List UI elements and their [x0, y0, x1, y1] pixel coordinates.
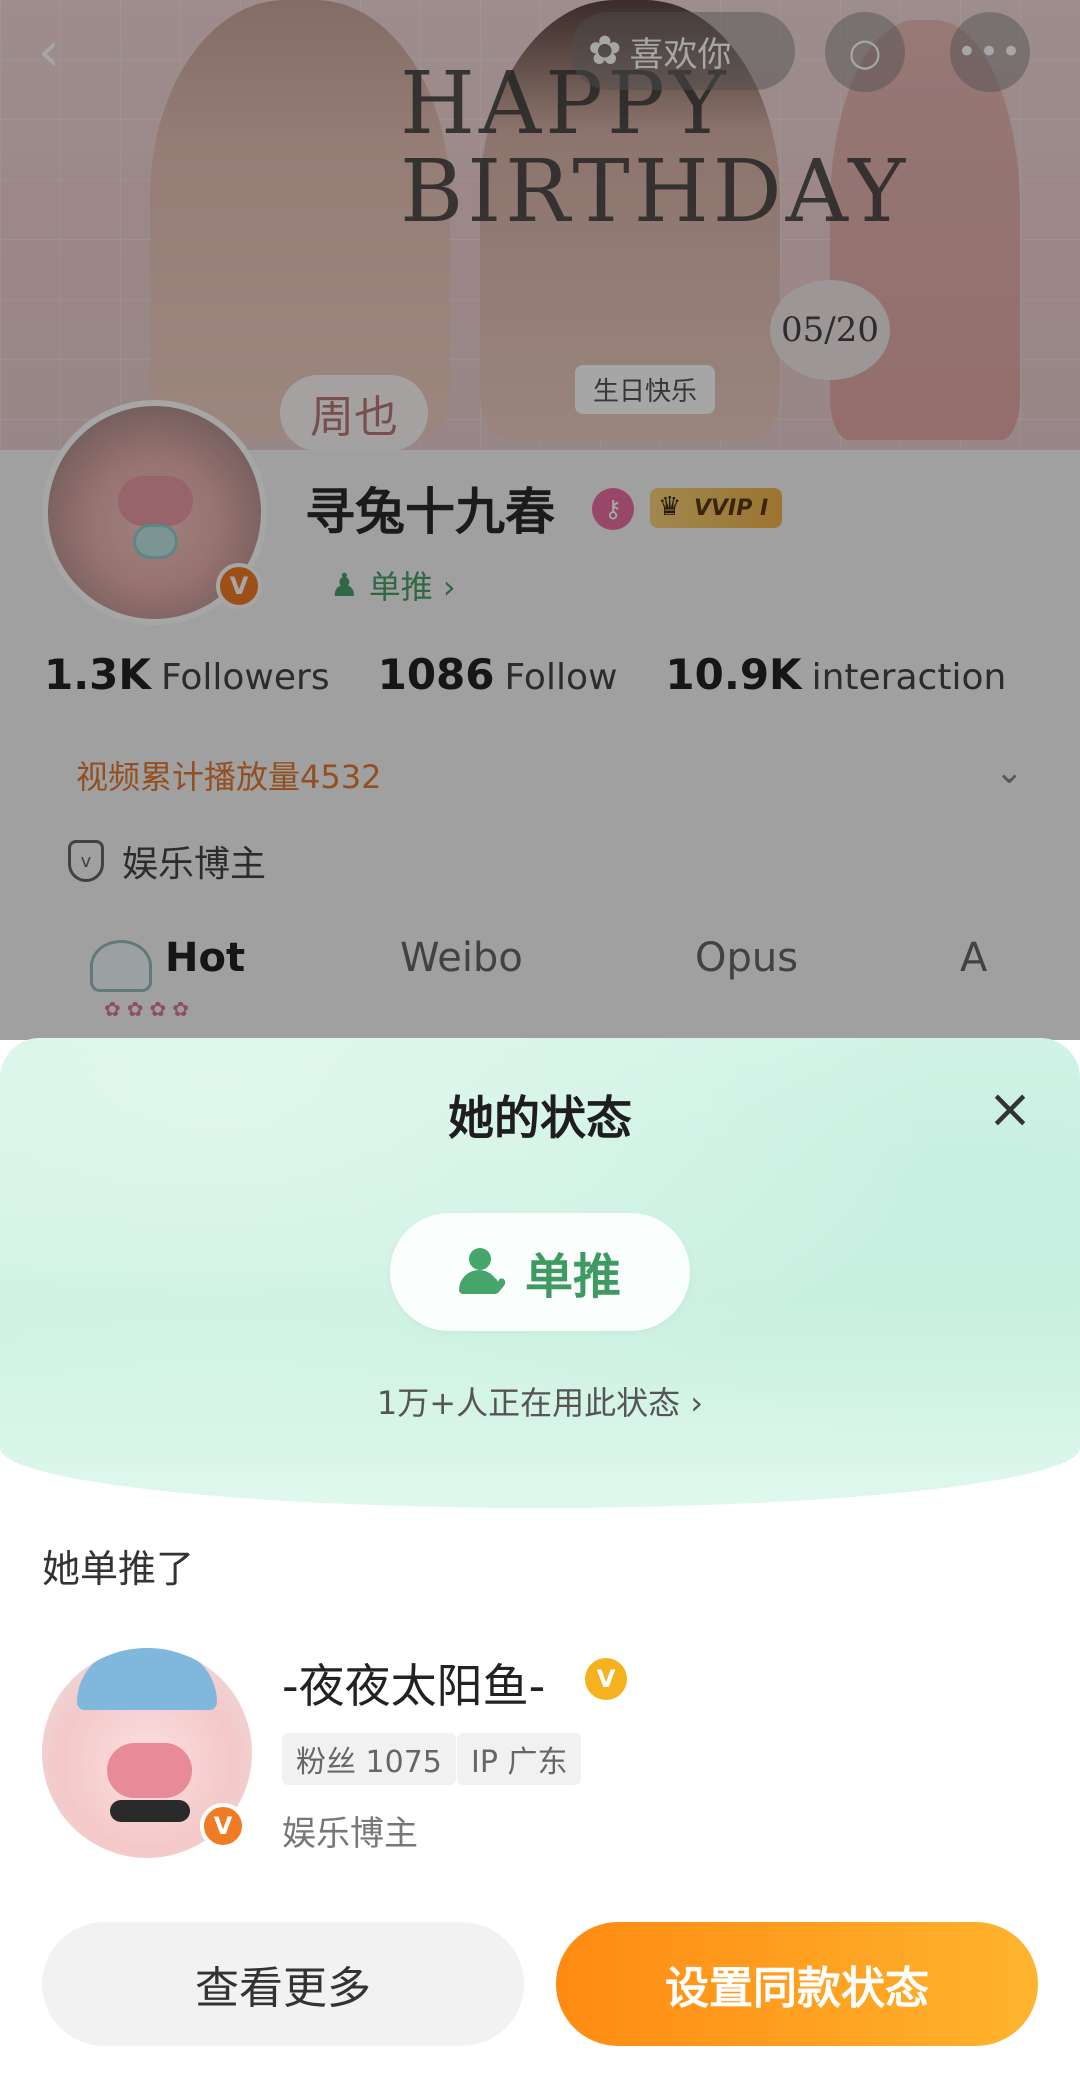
set-same-status-button[interactable]: 设置同款状态 [556, 1922, 1038, 2046]
dim-overlay[interactable] [0, 0, 1080, 1040]
fans-chip: 粉丝 1075 [282, 1733, 456, 1785]
person-heart-icon: ♥ [458, 1248, 507, 1298]
view-more-button[interactable]: 查看更多 [42, 1922, 524, 2046]
verified-icon: V [200, 1803, 246, 1849]
status-sheet: 她的状态 × ♥ 单推 1万+人正在用此状态 › 她单推了 V -夜夜太阳鱼- … [0, 1038, 1080, 2100]
status-label: 单推 [524, 1249, 621, 1305]
close-icon[interactable]: × [985, 1082, 1035, 1136]
profile-page: HAPPY BIRTHDAY 周也 生日快乐 05/20 ‹ ✿ 喜欢你 ○ •… [0, 0, 1080, 1040]
sheet-title: 她的状态 [448, 1091, 632, 1145]
avatar-mustache [110, 1800, 190, 1822]
users-count-link[interactable]: 1万+人正在用此状态 › [0, 1378, 1080, 1424]
ip-chip: IP 广东 [457, 1733, 582, 1785]
target-name[interactable]: -夜夜太阳鱼- [282, 1650, 545, 1716]
avatar-pig-snout [107, 1743, 192, 1798]
target-role: 娱乐博主 [282, 1814, 418, 1854]
section-label: 她单推了 [42, 1547, 195, 1591]
status-pill[interactable]: ♥ 单推 [390, 1213, 690, 1331]
avatar-hat [77, 1648, 217, 1710]
gold-verified-icon: V [585, 1658, 627, 1700]
